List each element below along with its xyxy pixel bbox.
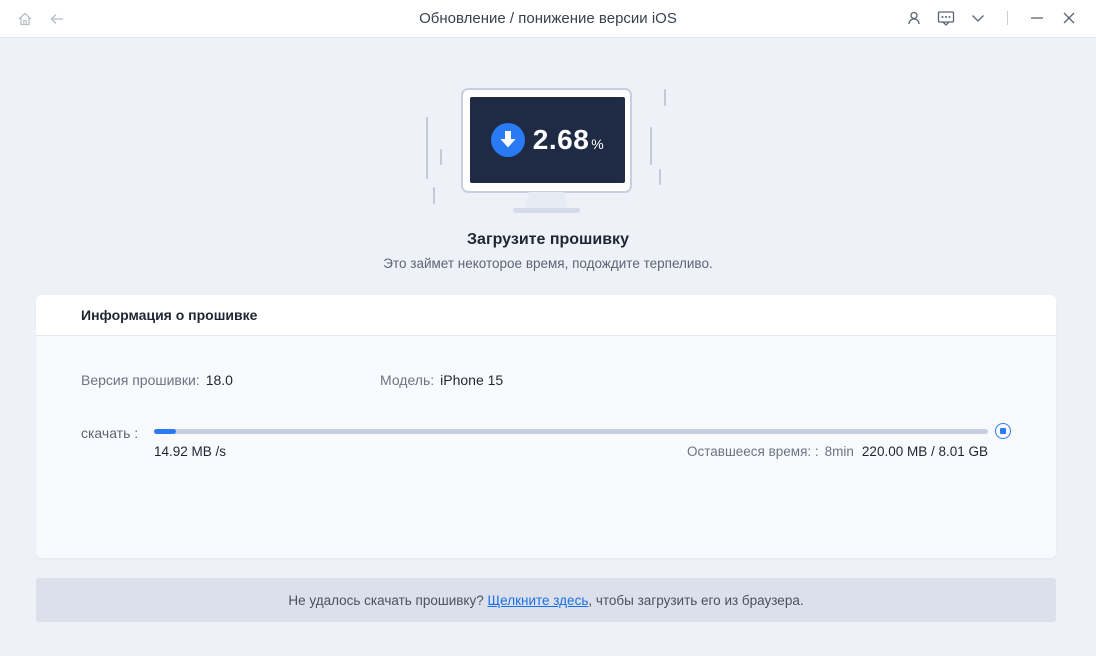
download-progress-bar	[154, 429, 988, 434]
download-arrow-icon	[490, 123, 525, 157]
remaining-time-label: Оставшееся время: :	[687, 444, 819, 459]
notice-text-before: Не удалось скачать прошивку?	[288, 593, 488, 608]
minimize-icon[interactable]	[1028, 9, 1046, 27]
firmware-version-value: 18.0	[205, 372, 233, 388]
progress-unit: %	[591, 136, 605, 152]
download-progress-fill	[154, 429, 177, 434]
download-hero: 2.68% Загрузите прошивку Это займет неко…	[0, 38, 1096, 294]
stop-icon	[1000, 428, 1006, 434]
title-bar: Обновление / понижение версии iOS	[0, 0, 1096, 38]
download-label: скачать :	[81, 425, 139, 441]
monitor-illustration: 2.68%	[461, 88, 632, 233]
download-failed-notice: Не удалось скачать прошивку? Щелкните зд…	[36, 578, 1056, 622]
chevron-down-icon[interactable]	[969, 9, 987, 27]
progress-percentage: 2.68%	[533, 124, 604, 156]
download-subtitle: Это займет некоторое время, подождите те…	[383, 256, 713, 271]
firmware-info-card: Информация о прошивке Версия прошивки: 18…	[36, 295, 1056, 558]
firmware-version-label: Версия прошивки:	[81, 372, 200, 388]
progress-value: 2.68	[532, 124, 590, 155]
device-model-value: iPhone 15	[440, 372, 504, 388]
firmware-version: Версия прошивки: 18.0	[81, 372, 233, 388]
device-model-label: Модель:	[380, 372, 435, 388]
stop-download-button[interactable]	[995, 423, 1011, 439]
remaining-time-value: 8min	[824, 444, 854, 459]
firmware-info-heading: Информация о прошивке	[36, 295, 1056, 336]
downloaded-size: 220.00 MB / 8.01 GB	[861, 444, 988, 459]
click-here-link[interactable]: Щелкните здесь	[488, 593, 589, 608]
monitor-screen: 2.68%	[470, 97, 625, 183]
notice-text-after: , чтобы загрузить его из браузера.	[588, 593, 804, 608]
feedback-icon[interactable]	[937, 9, 955, 27]
download-stats: Оставшееся время: : 8min 220.00 MB / 8.01 …	[687, 444, 988, 459]
close-icon[interactable]	[1060, 9, 1078, 27]
user-icon[interactable]	[905, 9, 923, 27]
download-speed: 14.92 MB /s	[154, 444, 227, 459]
download-title: Загрузите прошивку	[467, 231, 629, 248]
titlebar-divider	[1007, 11, 1008, 25]
device-model: Модель: iPhone 15	[380, 372, 503, 388]
